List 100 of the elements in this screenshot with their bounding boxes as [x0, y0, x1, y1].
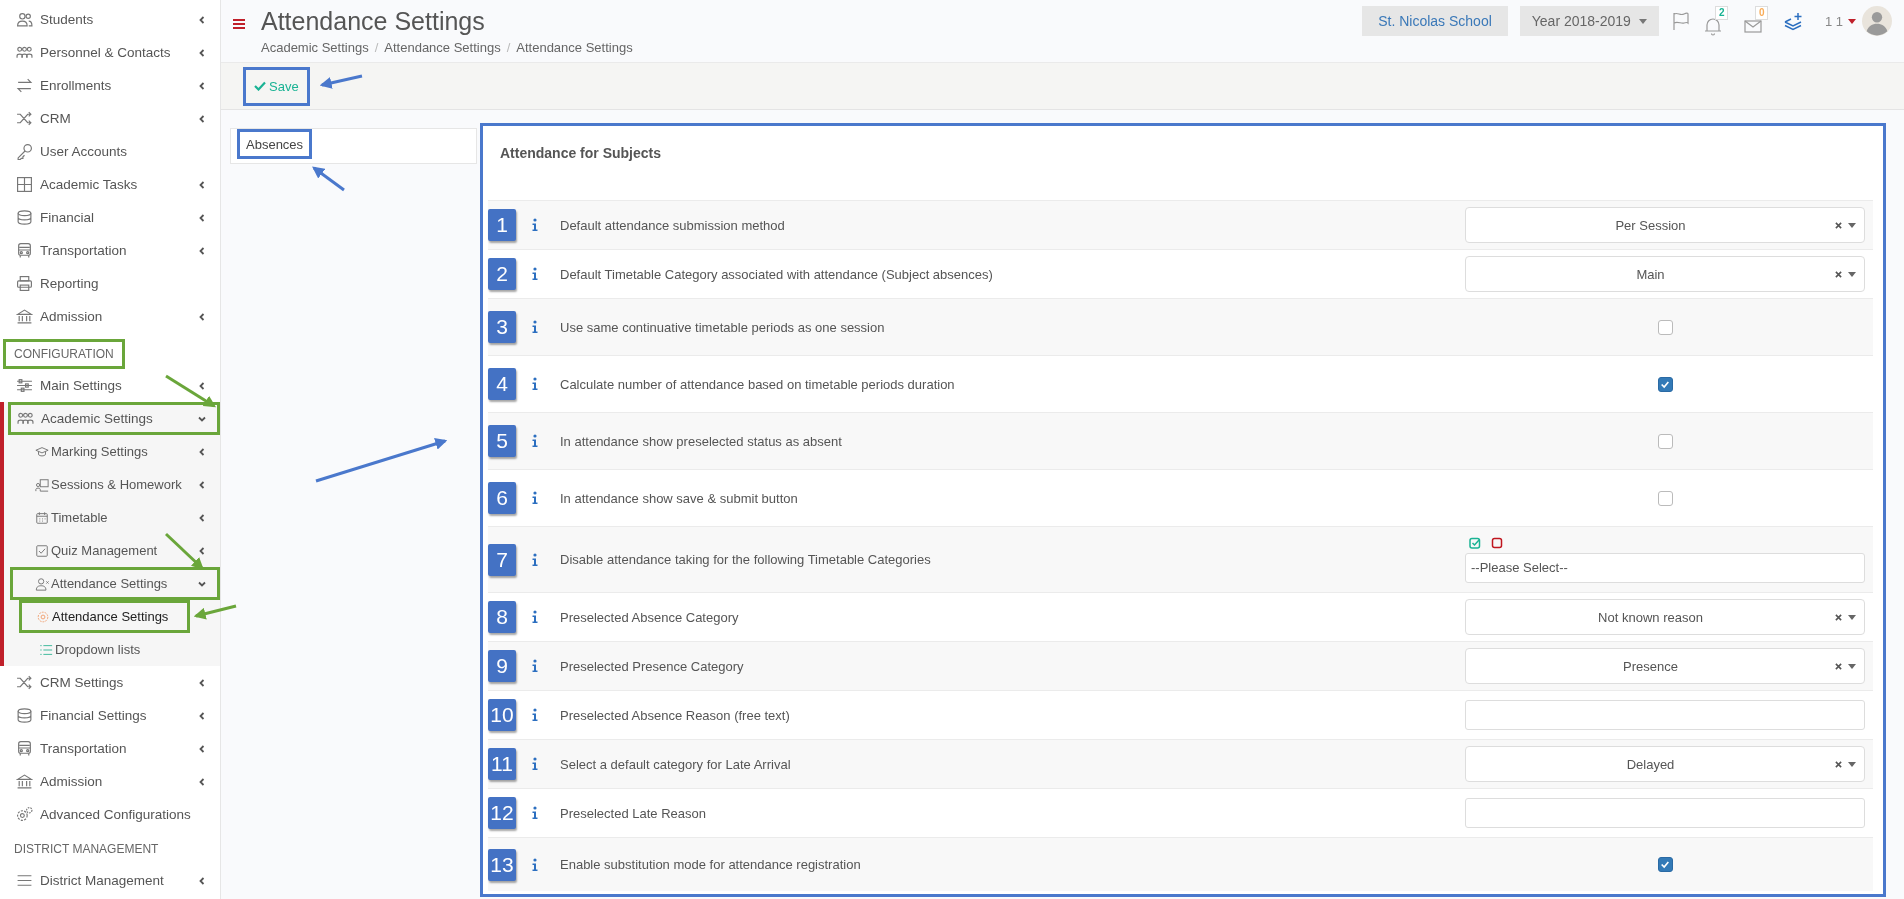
info-icon[interactable] [532, 552, 538, 567]
checkbox[interactable] [1657, 319, 1673, 335]
clear-icon[interactable] [1835, 760, 1842, 768]
info-icon[interactable] [532, 757, 538, 771]
info-icon[interactable] [532, 218, 538, 232]
chevron-left-icon [197, 743, 207, 754]
setting-label: Use same continuative timetable periods as one session [560, 319, 886, 335]
breadcrumb-link[interactable]: Attendance Settings [384, 40, 501, 55]
step-number: 2 [488, 258, 516, 290]
info-icon[interactable] [532, 857, 538, 872]
checkbox[interactable] [1657, 490, 1673, 506]
chevron-left-icon [197, 245, 207, 256]
school-button[interactable]: St. Nicolas School [1362, 6, 1508, 36]
text-field[interactable] [1465, 798, 1865, 828]
gears-icon [16, 806, 33, 823]
bus-icon [16, 740, 33, 757]
setting-label: Preselected Presence Category [560, 658, 745, 674]
sidebar-item[interactable]: Personnel & Contacts [0, 36, 220, 69]
sidebar-item[interactable]: Financial Settings [0, 699, 220, 732]
multiselect-field[interactable]: --Please Select-- [1465, 552, 1865, 583]
select-all-icon[interactable] [1469, 536, 1481, 549]
info-icon[interactable] [532, 708, 538, 722]
sidebar-item[interactable]: Transportation [0, 732, 220, 765]
year-dropdown[interactable]: Year 2018-2019 [1519, 6, 1659, 36]
select-field[interactable]: Main [1465, 256, 1865, 292]
info-icon[interactable] [532, 806, 538, 820]
checkmark-icon [1660, 379, 1670, 389]
select-field[interactable]: Per Session [1465, 207, 1865, 243]
message-count: 0 [1754, 6, 1769, 20]
sidebar-item[interactable]: District Management [0, 864, 220, 897]
sidebar-item[interactable]: Sessions & Homework [4, 468, 220, 501]
sidebar-item[interactable]: Attendance Settings [19, 600, 190, 633]
avatar-icon[interactable] [1862, 6, 1892, 36]
chevron-left-icon [197, 113, 207, 124]
sidebar-item[interactable]: CRM Settings [0, 666, 220, 699]
step-number: 1 [488, 209, 516, 241]
checkbox[interactable] [1657, 376, 1673, 392]
sidebar-item[interactable]: Academic Settings [8, 402, 220, 435]
chevron-left-icon [197, 677, 207, 688]
select-field[interactable]: Not known reason [1465, 599, 1865, 635]
sidebar-item[interactable]: Enrollments [0, 69, 220, 102]
text-field[interactable] [1465, 700, 1865, 730]
sidebar-item[interactable]: Academic Tasks [0, 168, 220, 201]
sidebar-item[interactable]: Transportation [0, 234, 220, 267]
sidebar-item[interactable]: User Accounts [0, 135, 220, 168]
info-icon[interactable] [532, 491, 538, 505]
sidebar-item[interactable]: CRM [0, 102, 220, 135]
step-number: 12 [488, 797, 516, 829]
info-icon[interactable] [532, 320, 538, 334]
info-icon[interactable] [532, 434, 538, 448]
gear-icon [36, 609, 50, 624]
bank-icon [16, 773, 33, 790]
flag-icon[interactable] [1670, 11, 1691, 31]
sidebar-item[interactable]: Reporting [0, 267, 220, 300]
clear-icon[interactable] [1835, 270, 1842, 278]
annotation-arrow [164, 532, 204, 570]
breadcrumb-link[interactable]: Academic Settings [261, 40, 369, 55]
clear-icon[interactable] [1835, 613, 1842, 621]
menu-icon[interactable] [233, 19, 245, 29]
setting-label: Select a default category for Late Arrival [560, 756, 792, 772]
info-icon[interactable] [532, 377, 538, 391]
step-number: 10 [488, 699, 516, 731]
people-icon [16, 11, 33, 28]
sidebar-item[interactable]: Students [0, 3, 220, 36]
sidebar-item[interactable]: Marking Settings [4, 435, 220, 468]
clear-icon[interactable] [1835, 662, 1842, 670]
caret-icon [1848, 663, 1856, 669]
step-number: 8 [488, 601, 516, 633]
chevron-left-icon [197, 479, 207, 490]
layers-plus-icon[interactable] [1782, 11, 1803, 31]
bus-icon [16, 242, 33, 259]
breadcrumb-link[interactable]: Attendance Settings [516, 40, 633, 55]
sidebar-item[interactable]: Attendance Settings [10, 567, 220, 600]
printer-icon [16, 275, 33, 292]
checkmark-icon [254, 81, 266, 91]
sidebar-item[interactable]: Financial [0, 201, 220, 234]
clear-icon[interactable] [1835, 221, 1842, 229]
tab[interactable]: Absences [237, 129, 313, 159]
sidebar-item[interactable]: Timetable [4, 501, 220, 534]
setting-label: Enable substitution mode for attendance registration [560, 857, 862, 872]
people3-icon [17, 410, 34, 427]
annotation-arrow [319, 74, 363, 89]
page-title: Attendance Settings [261, 7, 486, 35]
info-icon[interactable] [532, 659, 538, 673]
info-icon[interactable] [532, 267, 538, 281]
sidebar-item[interactable]: Dropdown lists [4, 633, 220, 666]
caret-icon [1848, 18, 1856, 24]
checkbox-icon [35, 543, 49, 558]
checkbox[interactable] [1657, 433, 1673, 449]
select-field[interactable]: Delayed [1465, 746, 1865, 782]
info-icon[interactable] [532, 610, 538, 624]
sidebar-item[interactable]: Advanced Configurations [0, 798, 220, 831]
sidebar-item[interactable]: Main Settings [0, 369, 220, 402]
sidebar-item[interactable]: Admission [0, 300, 220, 333]
sidebar-item[interactable]: Quiz Management [4, 534, 220, 567]
deselect-all-icon[interactable] [1491, 536, 1503, 549]
sidebar-item[interactable]: Admission [0, 765, 220, 798]
checkbox[interactable] [1657, 857, 1673, 872]
step-number: 5 [488, 425, 516, 457]
select-field[interactable]: Presence [1465, 648, 1865, 684]
